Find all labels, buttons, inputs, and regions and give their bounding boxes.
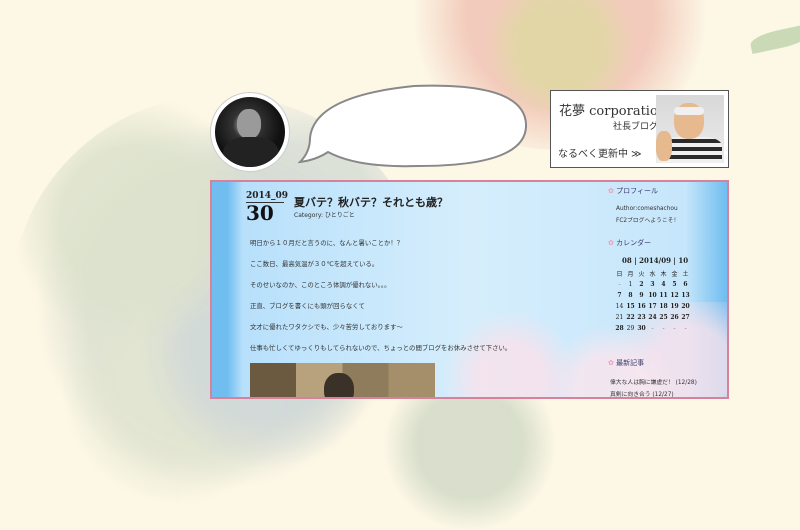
post-date-day: 30 [246, 201, 274, 225]
recent-post-link[interactable]: 真剣に向き合う (12/27) [610, 389, 674, 397]
calendar-day[interactable]: 13 [680, 290, 691, 301]
calendar-weekday: 金 [671, 271, 678, 278]
calendar-day[interactable]: 4 [658, 279, 669, 290]
calendar-day[interactable]: 2 [636, 279, 647, 290]
calendar-day: 29 [626, 325, 635, 332]
calendar-day[interactable]: 3 [647, 279, 658, 290]
recent-post-link[interactable]: 偉大な人は胸に謙虚だ！ (12/28) [610, 377, 697, 386]
post-paragraph: そのせいなのか、このところ体調が優れない。。。 [250, 281, 391, 289]
calendar-weekday: 木 [660, 271, 667, 278]
blog-main: 2014_09 30 夏バテ？秋バテ？それとも歳？ Category: ひとりご… [232, 182, 597, 397]
calendar-weekday: 水 [649, 271, 656, 278]
avatar-photo [215, 97, 285, 167]
calendar-weekday: 火 [638, 271, 645, 278]
post-paragraph: 正直、ブログを書くにも頭が回らなくて [250, 302, 365, 310]
post-paragraph: ここ数日、最高気温が３０℃を超えている。 [250, 260, 379, 268]
calendar-day: - [651, 325, 654, 332]
recent-posts-heading: 最新記事 [608, 358, 644, 368]
calendar-day[interactable]: 25 [658, 312, 669, 323]
calendar-day[interactable]: 24 [647, 312, 658, 323]
calendar: 日 月 火 水 木 金 土 - 1 2 3 4 5 6 7 8 9 10 11 … [614, 268, 691, 334]
blog-banner[interactable]: 花夢 corporation 社長ブログ なるべく更新中 ≫ [550, 90, 729, 168]
president-photo [656, 95, 724, 163]
calendar-day: - [618, 281, 621, 288]
calendar-day[interactable]: 17 [647, 301, 658, 312]
banner-update-link[interactable]: なるべく更新中 ≫ [558, 145, 642, 160]
speech-bubble [298, 84, 528, 168]
post-title[interactable]: 夏バテ？秋バテ？それとも歳？ [294, 194, 448, 210]
post-category[interactable]: Category: ひとりごと [294, 210, 355, 219]
banner-subtitle: 社長ブログ [613, 122, 659, 132]
calendar-day: 14 [615, 303, 624, 310]
post-paragraph: 仕事も忙しくてゆっくりもしてられないので、ちょっとの間ブログをお休みさせて下さい… [250, 344, 512, 352]
calendar-title[interactable]: 08 | 2014/09 | 10 [622, 256, 688, 265]
blog-preview[interactable]: 2014_09 30 夏バテ？秋バテ？それとも歳？ Category: ひとりご… [210, 180, 729, 399]
post-date-month: 2014_09 [246, 191, 289, 201]
banner-title: 花夢 corporation [559, 104, 667, 119]
calendar-weekday: 日 [616, 271, 623, 278]
calendar-day: - [673, 325, 676, 332]
calendar-weekday: 土 [682, 271, 689, 278]
profile-heading: プロフィール [608, 186, 658, 196]
profile-author: Author:comeshachou [616, 206, 678, 212]
calendar-heading: カレンダー [608, 238, 651, 248]
calendar-day: - [684, 325, 687, 332]
calendar-day: 1 [628, 281, 633, 288]
calendar-day[interactable]: 16 [636, 301, 647, 312]
calendar-day[interactable]: 8 [625, 290, 636, 301]
calendar-day[interactable]: 11 [658, 290, 669, 301]
calendar-day[interactable]: 9 [636, 290, 647, 301]
calendar-day[interactable]: 26 [669, 312, 680, 323]
calendar-day: - [662, 325, 665, 332]
avatar [211, 93, 289, 171]
post-paragraph: 明日から１０月だと言うのに、なんと暑いことか！？ [250, 239, 404, 247]
calendar-day[interactable]: 20 [680, 301, 691, 312]
post-photo [250, 363, 435, 397]
calendar-day[interactable]: 23 [636, 312, 647, 323]
calendar-day[interactable]: 19 [669, 301, 680, 312]
calendar-day[interactable]: 7 [614, 290, 625, 301]
calendar-day[interactable]: 15 [625, 301, 636, 312]
calendar-day[interactable]: 28 [614, 323, 625, 334]
post-paragraph: 文才に優れたワタクシでも、少々苦労しております～ [250, 323, 403, 331]
profile-welcome: FC2ブログへようこそ！ [616, 218, 680, 224]
calendar-day: 21 [615, 314, 624, 321]
calendar-weekday: 月 [627, 271, 634, 278]
leaf-decoration [748, 23, 800, 55]
calendar-day[interactable]: 12 [669, 290, 680, 301]
calendar-day[interactable]: 10 [647, 290, 658, 301]
calendar-day[interactable]: 5 [669, 279, 680, 290]
calendar-day[interactable]: 22 [625, 312, 636, 323]
calendar-day[interactable]: 27 [680, 312, 691, 323]
blog-sidebar: プロフィール Author:comeshachou FC2ブログへようこそ！ カ… [604, 182, 710, 397]
calendar-day[interactable]: 18 [658, 301, 669, 312]
calendar-day[interactable]: 6 [680, 279, 691, 290]
calendar-day[interactable]: 30 [636, 323, 647, 334]
